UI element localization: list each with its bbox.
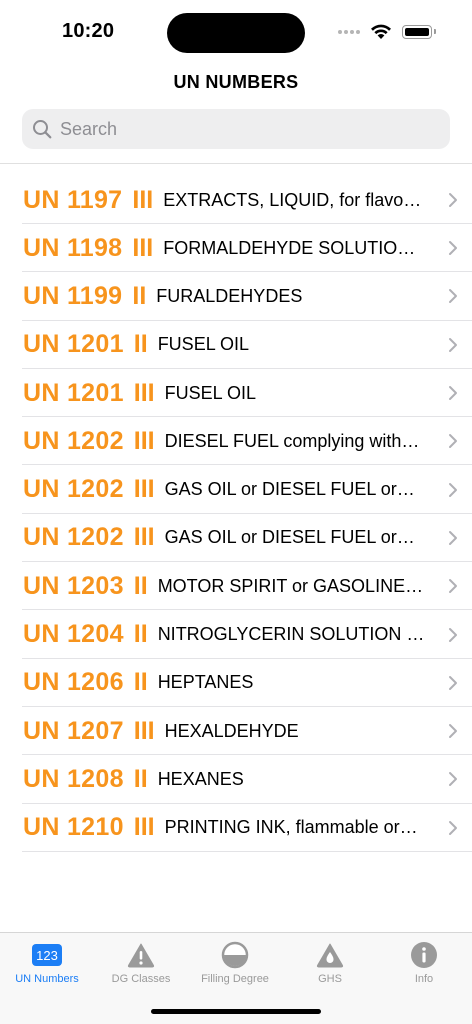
un-number: UN 1210 (23, 813, 124, 842)
packing-group: III (133, 716, 155, 745)
packing-group: III (133, 378, 155, 407)
packing-group: III (133, 426, 155, 455)
status-icons (338, 21, 436, 43)
substance-name: EXTRACTS, LIQUID, for flavour or aroma (163, 189, 428, 210)
packing-group: III (133, 475, 155, 504)
list-item[interactable]: UN 1201 III FUSEL OIL (0, 369, 472, 418)
info-icon (377, 941, 471, 969)
substance-name: HEPTANES (157, 672, 254, 693)
un-number: UN 1201 (23, 378, 124, 407)
substance-name: GAS OIL or DIESEL FUEL or… (164, 479, 415, 500)
list-item[interactable]: UN 1208 II HEXANES (0, 755, 472, 804)
chevron-right-icon (428, 482, 458, 498)
chevron-right-icon (428, 675, 458, 691)
packing-group: III (132, 185, 154, 214)
cellular-signal-icon (338, 30, 360, 34)
home-indicator (151, 1009, 321, 1014)
un-number: UN 1199 (23, 281, 123, 310)
substance-name: FUSEL OIL (157, 334, 250, 355)
un-number: UN 1206 (23, 668, 124, 697)
chevron-right-icon (428, 385, 458, 401)
chevron-right-icon (428, 723, 458, 739)
123-icon: 123 (32, 944, 62, 966)
list-item[interactable]: UN 1206 II HEPTANES (0, 659, 472, 708)
substance-name: FORMALDEHYDE SOLUTION… (163, 237, 428, 258)
dynamic-island (167, 13, 305, 53)
un-number: UN 1208 (23, 764, 124, 793)
tab-info[interactable]: Info (377, 941, 471, 985)
list-item[interactable]: UN 1197 III EXTRACTS, LIQUID, for flavou… (0, 176, 472, 224)
un-number: UN 1198 (23, 233, 123, 262)
tab-dg-classes[interactable]: DG Classes (94, 941, 188, 985)
un-number: UN 1201 (23, 330, 124, 359)
un-number: UN 1203 (23, 571, 124, 600)
list-item[interactable]: UN 1203 II MOTOR SPIRIT or GASOLINE… (0, 562, 472, 611)
substance-name: DIESEL FUEL complying with… (164, 430, 420, 451)
drop-triangle-icon (283, 941, 377, 969)
status-bar: 10:20 (0, 0, 472, 60)
page-title: UN NUMBERS (173, 72, 299, 92)
chevron-right-icon (428, 433, 458, 449)
substance-name: NITROGLYCERIN SOLUTION I… (157, 624, 428, 645)
substance-name: MOTOR SPIRIT or GASOLINE… (157, 575, 424, 596)
un-number: UN 1202 (23, 475, 124, 504)
battery-icon (402, 25, 436, 39)
chevron-right-icon (428, 192, 458, 208)
list-item[interactable]: UN 1204 II NITROGLYCERIN SOLUTION I… (0, 610, 472, 659)
list-item[interactable]: UN 1207 III HEXALDEHYDE (0, 707, 472, 756)
half-circle-icon (188, 941, 282, 969)
packing-group: II (133, 330, 148, 359)
packing-group: II (133, 668, 148, 697)
tab-label: UN Numbers (15, 973, 79, 985)
packing-group: II (132, 281, 147, 310)
un-number: UN 1197 (23, 185, 123, 214)
un-number: UN 1204 (23, 620, 124, 649)
un-number: UN 1207 (23, 716, 124, 745)
list-item[interactable]: UN 1198 III FORMALDEHYDE SOLUTION… (0, 224, 472, 273)
search-icon (32, 119, 52, 139)
wifi-icon (371, 24, 391, 39)
tab-ghs[interactable]: GHS (283, 941, 377, 985)
tab-label: Info (414, 973, 434, 985)
chevron-right-icon (428, 337, 458, 353)
list-item[interactable]: UN 1202 III DIESEL FUEL complying with… (0, 417, 472, 466)
substance-name: HEXALDEHYDE (164, 720, 299, 741)
warning-triangle-icon (94, 941, 188, 969)
chevron-right-icon (428, 627, 458, 643)
tab-label: GHS (318, 973, 342, 985)
substance-name: FURALDEHYDES (156, 285, 303, 306)
un-list[interactable]: UN 1197 III EXTRACTS, LIQUID, for flavou… (0, 164, 472, 932)
chevron-right-icon (428, 820, 458, 836)
substance-name: HEXANES (157, 768, 244, 789)
list-item[interactable]: UN 1199 II FURALDEHYDES (0, 272, 472, 321)
tab-label: Filling Degree (201, 973, 269, 985)
packing-group: III (132, 233, 154, 262)
packing-group: II (133, 620, 148, 649)
search-bar[interactable] (22, 109, 450, 149)
chevron-right-icon (428, 288, 458, 304)
substance-name: PRINTING INK, flammable or… (164, 817, 418, 838)
chevron-right-icon (428, 530, 458, 546)
un-number: UN 1202 (23, 426, 124, 455)
list-item[interactable]: UN 1202 III GAS OIL or DIESEL FUEL or… (0, 514, 472, 563)
tab-filling-degree[interactable]: Filling Degree (188, 941, 282, 985)
list-item[interactable]: UN 1210 III PRINTING INK, flammable or… (0, 804, 472, 853)
chevron-right-icon (428, 771, 458, 787)
tab-un-numbers[interactable]: 123 UN Numbers (0, 941, 94, 985)
packing-group: II (133, 764, 148, 793)
packing-group: III (133, 523, 155, 552)
un-number: UN 1202 (23, 523, 124, 552)
status-time: 10:20 (62, 20, 115, 42)
list-item[interactable]: UN 1202 III GAS OIL or DIESEL FUEL or… (0, 465, 472, 515)
list-item[interactable]: UN 1201 II FUSEL OIL (0, 321, 472, 370)
packing-group: II (133, 571, 148, 600)
substance-name: GAS OIL or DIESEL FUEL or… (164, 527, 415, 548)
chevron-right-icon (428, 578, 458, 594)
search-input[interactable] (58, 117, 442, 141)
tab-label: DG Classes (111, 973, 171, 985)
packing-group: III (133, 813, 155, 842)
chevron-right-icon (428, 240, 458, 256)
substance-name: FUSEL OIL (164, 382, 256, 403)
